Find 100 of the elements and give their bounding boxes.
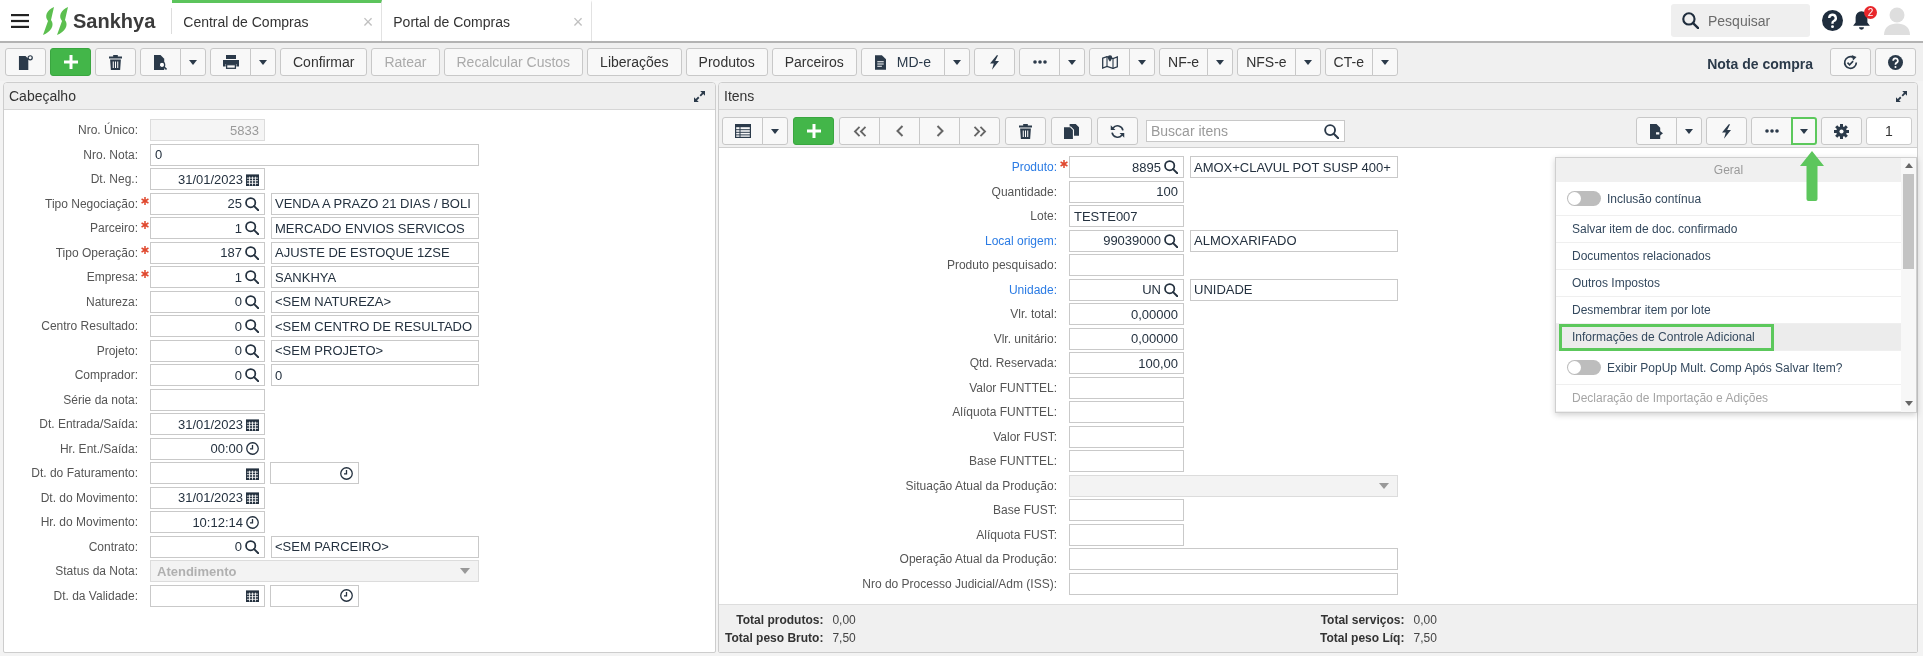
delete-button[interactable] bbox=[95, 48, 136, 76]
toggle-switch[interactable] bbox=[1567, 191, 1601, 206]
refresh-button[interactable] bbox=[1097, 117, 1138, 145]
delete-button[interactable] bbox=[1005, 117, 1046, 145]
description-field[interactable]: <SEM PROJETO> bbox=[271, 339, 479, 362]
search-icon[interactable] bbox=[245, 368, 259, 383]
calendar-icon[interactable] bbox=[246, 466, 259, 480]
search-field[interactable]: Buscar itens bbox=[1146, 120, 1345, 142]
description-field[interactable]: ALMOXARIFADO bbox=[1190, 229, 1398, 252]
scrollbar-thumb[interactable] bbox=[1903, 174, 1914, 269]
toolbar-button[interactable]: NFS-e bbox=[1237, 48, 1296, 76]
dropdown-button[interactable] bbox=[1371, 48, 1398, 76]
dropdown-button[interactable] bbox=[1207, 48, 1234, 76]
dropdown-button[interactable] bbox=[944, 48, 971, 76]
time-field[interactable] bbox=[270, 584, 359, 607]
time-field[interactable]: 00:00 bbox=[150, 437, 265, 460]
toolbar-button[interactable]: Confirmar bbox=[280, 48, 368, 76]
number-field[interactable] bbox=[1069, 523, 1184, 546]
clock-icon[interactable] bbox=[246, 515, 259, 529]
date-field[interactable]: 31/01/2023 bbox=[150, 168, 265, 191]
description-field[interactable]: AMOX+CLAVUL POT SUSP 400+ bbox=[1190, 156, 1398, 179]
code-field[interactable]: 0 bbox=[150, 339, 265, 362]
code-field[interactable]: 1 bbox=[150, 217, 265, 240]
dropdown-button[interactable] bbox=[1059, 48, 1086, 76]
toolbar-button[interactable]: NF-e bbox=[1159, 48, 1209, 76]
text-field[interactable] bbox=[1069, 548, 1398, 571]
search-icon[interactable] bbox=[245, 221, 259, 236]
date-field[interactable]: 31/01/2023 bbox=[150, 413, 265, 436]
dropdown-button[interactable] bbox=[1129, 48, 1156, 76]
new-document-button[interactable] bbox=[5, 48, 46, 76]
text-field[interactable] bbox=[1069, 572, 1398, 595]
bolt-button[interactable] bbox=[974, 48, 1016, 76]
code-field[interactable]: 1 bbox=[150, 266, 265, 289]
bolt-button[interactable] bbox=[1706, 117, 1747, 145]
code-field[interactable]: 25 bbox=[150, 192, 265, 215]
dropdown-button[interactable] bbox=[1676, 117, 1702, 145]
document-search-button[interactable] bbox=[140, 48, 181, 76]
date-field[interactable]: 31/01/2023 bbox=[150, 486, 265, 509]
help-button[interactable] bbox=[1875, 48, 1916, 76]
map-button[interactable] bbox=[1089, 48, 1131, 76]
description-field[interactable]: MERCADO ENVIOS SERVICOS bbox=[271, 217, 479, 240]
number-field[interactable] bbox=[1069, 499, 1184, 522]
dropdown-button[interactable] bbox=[762, 117, 788, 145]
settings-button[interactable] bbox=[1821, 117, 1862, 145]
page-number-field[interactable]: 1 bbox=[1866, 117, 1912, 145]
text-field[interactable] bbox=[1069, 254, 1184, 277]
scroll-down-icon[interactable] bbox=[1904, 401, 1913, 406]
menu-icon[interactable] bbox=[11, 13, 29, 28]
search-icon[interactable] bbox=[245, 294, 259, 309]
search-icon[interactable] bbox=[1164, 160, 1178, 175]
description-field[interactable]: <SEM NATUREZA> bbox=[271, 290, 479, 313]
search-icon[interactable] bbox=[245, 319, 259, 334]
number-field[interactable] bbox=[1069, 425, 1184, 448]
menu-item[interactable]: Salvar item de doc. confirmado bbox=[1556, 216, 1901, 243]
toolbar-button[interactable]: Parceiros bbox=[771, 48, 857, 76]
dropdown-button[interactable] bbox=[1294, 48, 1321, 76]
first-button[interactable] bbox=[839, 117, 880, 145]
more-button[interactable] bbox=[1751, 117, 1792, 145]
copy-button[interactable] bbox=[1051, 117, 1092, 145]
number-field[interactable]: 100,00 bbox=[1069, 352, 1184, 375]
toolbar-button[interactable]: CT-e bbox=[1324, 48, 1373, 76]
code-field[interactable]: 187 bbox=[150, 241, 265, 264]
number-field[interactable] bbox=[1069, 376, 1184, 399]
dropdown-button[interactable] bbox=[1791, 117, 1817, 145]
menu-item[interactable]: Documentos relacionados bbox=[1556, 243, 1901, 270]
clock-icon[interactable] bbox=[340, 466, 353, 480]
search-icon[interactable] bbox=[1164, 233, 1178, 248]
description-field[interactable]: VENDA A PRAZO 21 DIAS / BOLI bbox=[271, 192, 479, 215]
description-field[interactable]: 0 bbox=[271, 364, 479, 387]
document-button[interactable]: MD-e bbox=[860, 48, 946, 76]
add-button[interactable] bbox=[793, 117, 834, 145]
menu-item[interactable]: Outros Impostos bbox=[1556, 270, 1901, 297]
search-icon[interactable] bbox=[245, 270, 259, 285]
date-field[interactable] bbox=[150, 584, 265, 607]
number-field[interactable]: 0,00000 bbox=[1069, 303, 1184, 326]
text-field[interactable]: 0 bbox=[150, 143, 479, 166]
circular-arrow-button[interactable] bbox=[1830, 48, 1871, 76]
dropdown-button[interactable] bbox=[250, 48, 276, 76]
print-button[interactable] bbox=[210, 48, 251, 76]
expand-icon[interactable] bbox=[694, 90, 705, 102]
clock-icon[interactable] bbox=[246, 442, 259, 456]
description-field[interactable]: <SEM CENTRO DE RESULTADO bbox=[271, 315, 479, 338]
search-icon[interactable] bbox=[1164, 282, 1178, 297]
toolbar-button[interactable]: Liberações bbox=[587, 48, 682, 76]
toolbar-button[interactable]: Produtos bbox=[685, 48, 768, 76]
text-field[interactable] bbox=[150, 388, 265, 411]
description-field[interactable]: SANKHYA bbox=[271, 266, 479, 289]
search-icon[interactable] bbox=[245, 539, 259, 554]
table-view-button[interactable] bbox=[722, 117, 763, 145]
date-field[interactable] bbox=[150, 462, 265, 485]
calendar-icon[interactable] bbox=[246, 491, 259, 505]
time-field[interactable]: 10:12:14 bbox=[150, 511, 265, 534]
file-arrow-button[interactable] bbox=[1636, 117, 1677, 145]
toggle-switch[interactable] bbox=[1567, 360, 1601, 375]
clock-icon[interactable] bbox=[340, 589, 353, 603]
code-field[interactable]: 0 bbox=[150, 364, 265, 387]
calendar-icon[interactable] bbox=[246, 589, 259, 603]
scroll-up-icon[interactable] bbox=[1904, 163, 1913, 168]
description-field[interactable]: <SEM PARCEIRO> bbox=[271, 535, 479, 558]
text-field[interactable]: TESTE007 bbox=[1069, 205, 1184, 228]
